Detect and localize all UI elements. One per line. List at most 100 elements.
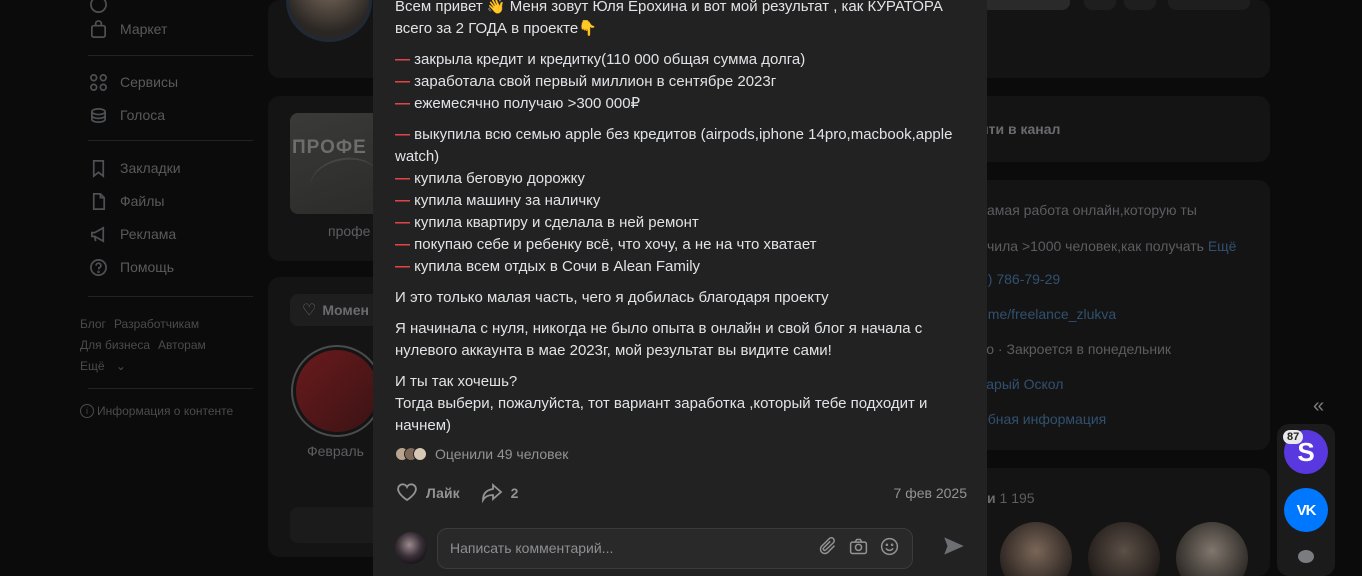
site-link[interactable]: t.me/freelance_zlukva [980,306,1116,322]
red-dash: — [395,51,410,68]
sidebar-item-label: Закладки [120,160,181,176]
moment-thumbnail [296,350,378,432]
post-list-group-2: — выкупила всю семью apple без кредитов … [395,126,953,275]
about-line: самая работа онлайн,которую ты [980,202,1197,218]
subscriber-avatar[interactable] [1176,522,1248,576]
collapse-chevron-icon[interactable]: « [1313,395,1324,418]
albums-card: ПРОФЕ профе [268,96,390,261]
help-icon [88,257,108,277]
sidebar-item-label: Реклама [120,226,177,242]
sidebar-item-bookmarks[interactable]: Закладки [88,156,181,180]
liked-by[interactable]: Оценили 49 человек [395,446,568,462]
subscriber-avatar[interactable] [1000,522,1072,576]
liker-avatars [395,447,427,461]
post-text: Всем привет 👋 Меня зовут Юля Ерохина и в… [395,0,975,446]
post-actions: Лайк 2 7 фев 2025 [395,480,967,506]
red-dash: — [395,95,410,112]
divider [88,140,253,141]
album-label: профе [328,223,371,239]
left-sidebar: Маркет Сервисы Голоса Закладки Файлы Рек… [80,0,255,576]
avatar[interactable] [395,532,427,564]
heart-icon [395,480,419,507]
camera-icon[interactable] [848,536,869,560]
footer-link-more[interactable]: Ещё ⌄ [80,359,134,373]
red-dash: — [395,214,410,231]
details-link[interactable]: обная информация [980,411,1106,427]
footer-link-blog[interactable]: Блог [80,317,106,331]
post-paragraph: И это только малая часть, чего я добилас… [395,289,829,306]
about-line: учила >1000 человек,как получать Ещё [980,238,1237,254]
smile-icon[interactable] [879,536,900,560]
bag-icon [88,19,108,39]
sidebar-item-votes[interactable]: Голоса [88,103,165,127]
divider [88,296,253,297]
red-dash: — [395,170,410,187]
post-paragraph: Я начинала с нуля, никогда не было опыта… [395,320,923,359]
action-button[interactable] [1124,0,1156,10]
moment-story[interactable] [291,345,383,437]
grid-icon [88,72,108,92]
notification-badge: 87 [1283,430,1304,444]
post-list-group-1: — закрыла кредит и кредитку(110 000 обща… [395,51,806,112]
post-modal: Всем привет 👋 Меня зовут Юля Ерохина и в… [373,0,987,576]
red-dash: — [395,126,410,143]
city-link[interactable]: тарый Оскол [980,376,1063,392]
about-more-link[interactable]: Ещё [1208,238,1237,254]
footer-link-business[interactable]: Для бизнеса [80,338,150,352]
opening-hours: то · Закроется в понедельник [980,341,1172,357]
comment-placeholder: Написать комментарий... [450,540,614,556]
moments-card: ♡ Момен Февраль [268,277,400,557]
post-intro: Всем привет 👋 Меня зовут Юля Ерохина и в… [395,0,943,37]
red-dash: — [395,236,410,253]
go-to-channel-link[interactable]: йти в канал [980,121,1060,137]
red-dash: — [395,73,410,90]
divider [88,388,253,389]
profile-avatar[interactable] [286,0,372,42]
heart-icon: ♡ [302,302,317,319]
footer-link-developers[interactable]: Разработчикам [114,317,199,331]
sidebar-item-label: Сервисы [120,74,179,90]
footer-link-authors[interactable]: Авторам [158,338,206,352]
vk-logo-icon[interactable]: VK [1284,488,1328,532]
sidebar-item-stickers[interactable] [88,0,108,16]
paperclip-icon[interactable] [817,536,838,560]
chevron-down-icon: ⌄ [115,359,126,373]
sidebar-item-services[interactable]: Сервисы [88,70,178,94]
avatar [413,447,427,461]
sidebar-item-help[interactable]: Помощь [88,255,174,279]
send-icon[interactable] [923,533,967,564]
megaphone-icon [88,224,108,244]
action-button[interactable] [1084,0,1116,10]
top-actions-card [960,0,1270,78]
divider [88,55,253,56]
share-button[interactable]: 2 [480,480,518,507]
subscribers-header: ки 1 195 [980,490,1035,506]
coins-icon [88,105,108,125]
chat-icon[interactable] [1298,550,1314,563]
profile-card [268,0,388,78]
comment-row: Написать комментарий... [395,527,967,569]
floating-apps-panel: S 87 VK [1277,424,1335,576]
footer-links: Блог Разработчикам Для бизнеса Авторам Ещё… [80,314,255,377]
sidebar-item-ads[interactable]: Реклама [88,222,176,246]
red-dash: — [395,258,410,275]
red-dash: — [395,192,410,209]
sidebar-item-files[interactable]: Файлы [88,189,164,213]
sidebar-item-label: Маркет [120,21,168,37]
file-icon [88,191,108,211]
bookmark-icon [88,158,108,178]
like-button[interactable]: Лайк [395,480,460,507]
channel-card: йти в канал [960,96,1270,162]
moment-caption: Февраль [307,443,364,459]
rated-count: Оценили 49 человек [435,446,569,462]
content-info-link[interactable]: i Информация о контенте [80,404,233,418]
subscriber-avatar[interactable] [1088,522,1160,576]
phone-link[interactable]: 8) 786-79-29 [980,271,1060,287]
comment-input[interactable]: Написать комментарий... [437,527,913,569]
more-button[interactable] [1168,0,1250,10]
sidebar-item-label: Помощь [120,259,175,275]
sidebar-item-label: Файлы [120,193,165,209]
sticker-icon [88,0,108,14]
post-date[interactable]: 7 фев 2025 [894,485,967,501]
sidebar-item-market[interactable]: Маркет [88,17,167,41]
